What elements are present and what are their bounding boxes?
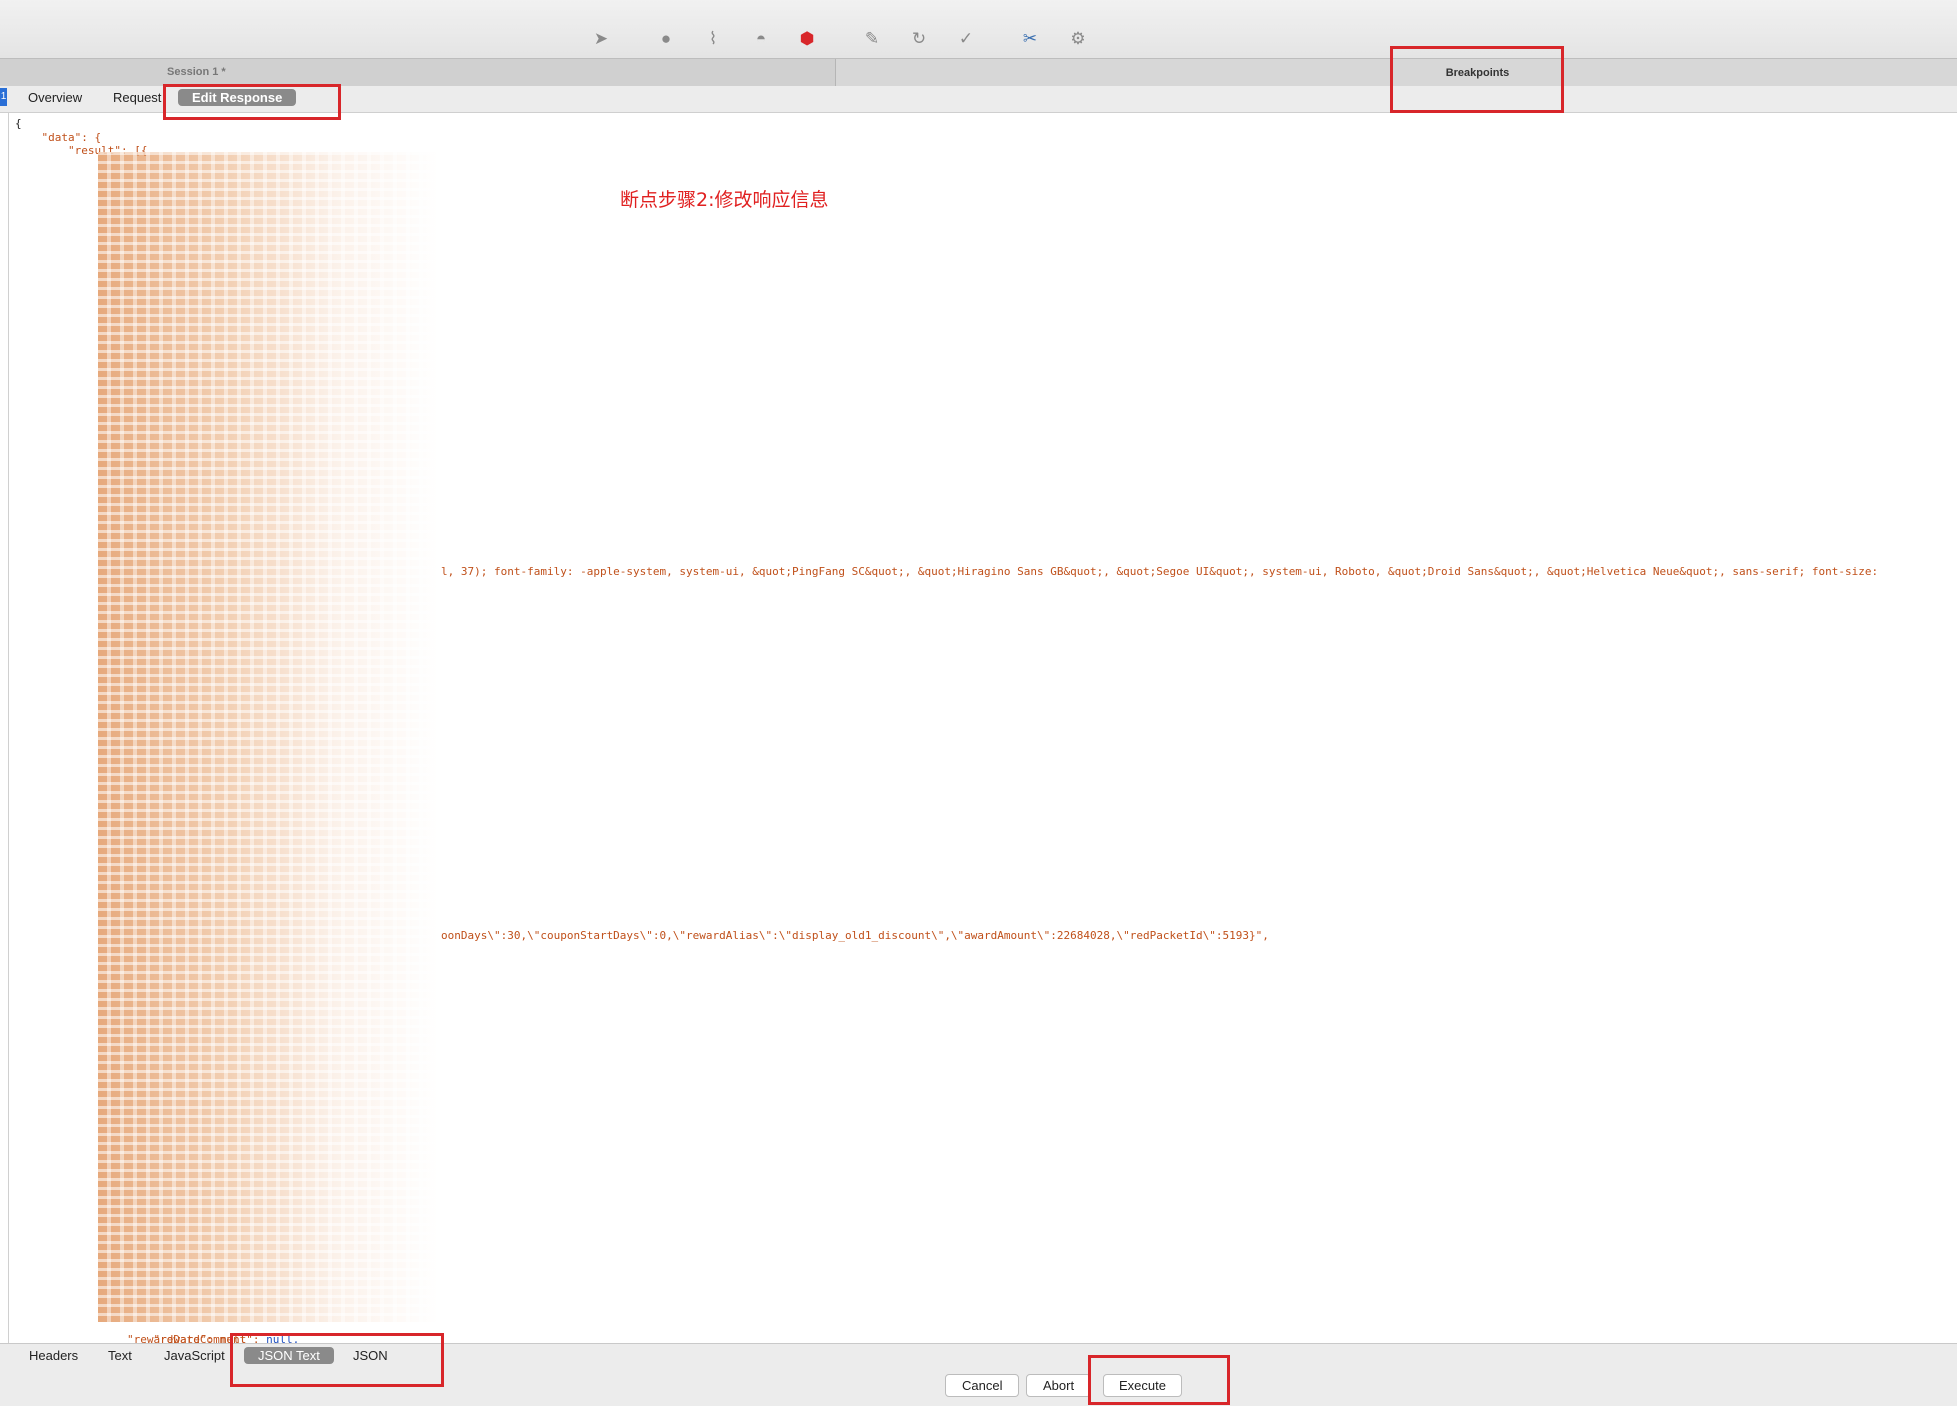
tab-headers[interactable]: Headers [29, 1348, 78, 1363]
record-icon[interactable]: ● [655, 28, 677, 50]
reward-comment-value: null, [266, 1333, 300, 1343]
cancel-button[interactable]: Cancel [945, 1374, 1020, 1397]
tab-request[interactable]: Request [113, 90, 161, 105]
execute-button[interactable]: Execute [1103, 1374, 1182, 1397]
breakpoints-tab[interactable]: Breakpoints [1390, 59, 1565, 86]
refresh-icon[interactable]: ↻ [908, 28, 930, 50]
tab-json-text[interactable]: JSON Text [244, 1347, 334, 1364]
bottom-bar: Headers Text JavaScript JSON Text JSON C… [0, 1343, 1957, 1406]
code-line-coupon: oonDays\":30,\"couponStartDays\":0,\"rew… [441, 929, 1269, 942]
toolbar: ➤ ● ⌇ ◓ ⬢ ✎ ↻ ✓ ✂ ⚙ [0, 0, 1957, 58]
pixelated-redaction [98, 152, 438, 1322]
turtle-icon[interactable]: ◓ [750, 28, 772, 50]
window-tab-strip: Session 1 * Breakpoints [0, 58, 1957, 87]
code-line-css: l, 37); font-family: -apple-system, syst… [441, 565, 1879, 578]
code-line-reward-date: "rewardDate": null [127, 1333, 247, 1343]
code-line: { [15, 117, 22, 130]
breakpoint-icon[interactable]: ⬢ [796, 28, 818, 50]
tools-icon[interactable]: ✂ [1019, 28, 1041, 50]
tab-javascript[interactable]: JavaScript [164, 1348, 225, 1363]
check-icon[interactable]: ✓ [955, 28, 977, 50]
view-tabs: 1 Overview Request Edit Response [0, 86, 1957, 113]
abort-button[interactable]: Abort [1026, 1374, 1092, 1397]
pointer-icon[interactable]: ➤ [590, 28, 612, 50]
broom-icon[interactable]: ⌇ [702, 28, 724, 50]
settings-icon[interactable]: ⚙ [1067, 28, 1089, 50]
annotation-label: 断点步骤2:修改响应信息 [620, 189, 829, 211]
selection-marker: 1 [0, 88, 7, 106]
tab-overview[interactable]: Overview [28, 90, 82, 105]
code-line: "data": { [15, 131, 102, 144]
tab-text[interactable]: Text [108, 1348, 132, 1363]
session-tab[interactable]: Session 1 * [0, 59, 836, 86]
tab-json[interactable]: JSON [353, 1348, 388, 1363]
tab-edit-response[interactable]: Edit Response [178, 89, 297, 106]
pen-icon[interactable]: ✎ [861, 28, 883, 50]
